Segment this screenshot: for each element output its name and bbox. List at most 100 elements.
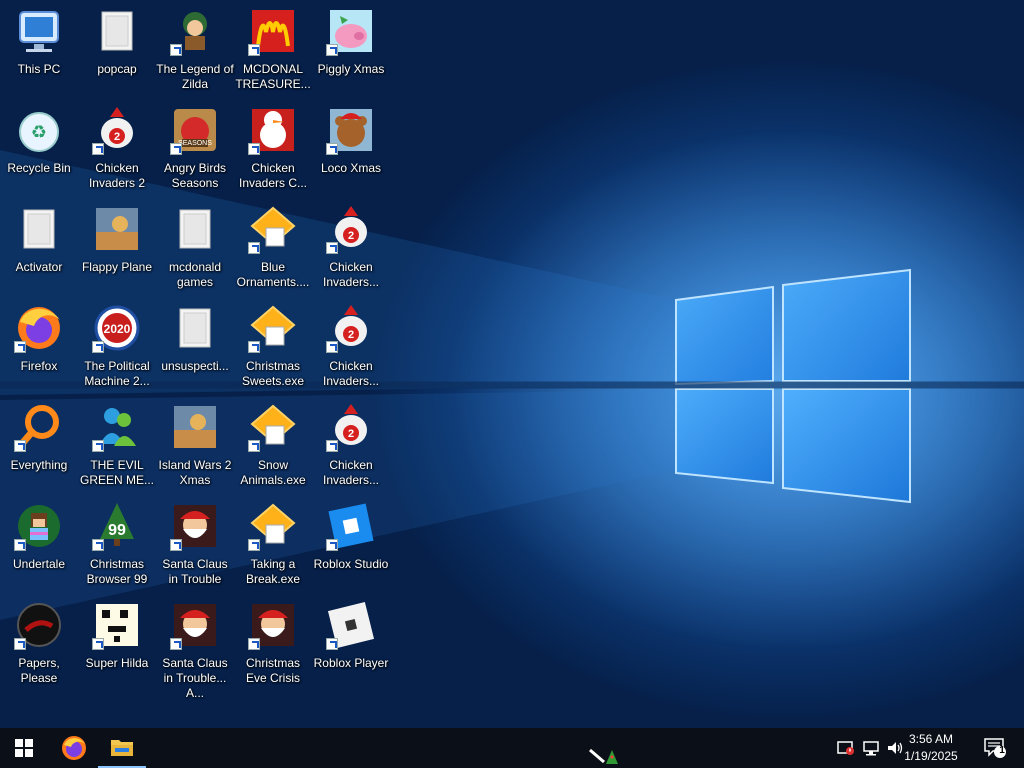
desktop-icon[interactable]: Loco Xmas: [312, 101, 390, 197]
puzzle-icon: [248, 303, 298, 353]
shortcut-arrow-icon: [326, 341, 338, 353]
desktop-icon-label: Christmas Browser 99: [86, 557, 148, 586]
puzzle-icon: [248, 501, 298, 551]
clock-time[interactable]: 3:56 AM: [896, 732, 966, 746]
desktop-icon[interactable]: 2 Chicken Invaders...: [312, 398, 390, 494]
desktop-icon-label: The Political Machine 2...: [84, 359, 150, 388]
desktop-icon[interactable]: 2020 The Political Machine 2...: [78, 299, 156, 395]
desktop-icon[interactable]: Santa Claus in Trouble... A...: [156, 596, 234, 700]
game-icon: [92, 204, 142, 254]
legend-of-zilda-icon: [170, 6, 220, 56]
desktop-icon-label: Loco Xmas: [320, 161, 382, 175]
desktop-icon-label: The Legend of Zilda: [156, 62, 234, 91]
shortcut-arrow-icon: [14, 341, 26, 353]
chicken-invaders-icon: 2: [326, 303, 376, 353]
desktop-icon-label: Chicken Invaders...: [322, 359, 380, 388]
desktop-icon-label: Roblox Studio: [313, 557, 389, 571]
desktop-icon[interactable]: Everything: [0, 398, 78, 494]
desktop-icon-label: Chicken Invaders...: [322, 458, 380, 487]
desktop-icon[interactable]: popcap: [78, 2, 156, 98]
defender-warning-icon[interactable]: [836, 738, 856, 758]
desktop-icon[interactable]: Flappy Plane: [78, 200, 156, 296]
taskbar-file-explorer-button[interactable]: [98, 728, 146, 768]
desktop-icon[interactable]: Chicken Invaders C...: [234, 101, 312, 197]
shortcut-arrow-icon: [326, 440, 338, 452]
shortcut-arrow-icon: [248, 539, 260, 551]
shortcut-arrow-icon: [14, 638, 26, 650]
desktop-icon[interactable]: Santa Claus in Trouble: [156, 497, 234, 593]
christmas-tree-icon: 99: [92, 501, 142, 551]
desktop-icon-label: popcap: [97, 62, 137, 76]
desktop-icon[interactable]: THE EVIL GREEN ME...: [78, 398, 156, 494]
desktop-icon-label: Everything: [10, 458, 68, 472]
svg-text:99: 99: [108, 522, 126, 539]
desktop-icon[interactable]: MCDONAL TREASURE...: [234, 2, 312, 98]
desktop-icon-label: Blue Ornaments....: [236, 260, 310, 289]
shortcut-arrow-icon: [248, 242, 260, 254]
desktop-icon[interactable]: Christmas Sweets.exe: [234, 299, 312, 395]
christmas-tree-cursor-icon: [589, 748, 618, 764]
desktop-icon[interactable]: Firefox: [0, 299, 78, 395]
svg-text:2: 2: [348, 230, 354, 242]
start-button[interactable]: [0, 728, 48, 768]
bear-icon: [326, 105, 376, 155]
desktop-icon-label: Firefox: [20, 359, 58, 373]
desktop-icon[interactable]: Blue Ornaments....: [234, 200, 312, 296]
desktop-icon[interactable]: Activator: [0, 200, 78, 296]
desktop-icon[interactable]: This PC: [0, 2, 78, 98]
folder-icon: [14, 204, 64, 254]
roblox-studio-icon: [326, 501, 376, 551]
desktop-icon-label: MCDONAL TREASURE...: [235, 62, 311, 91]
desktop-icon-label: Chicken Invaders C...: [238, 161, 308, 190]
desktop-icon[interactable]: The Legend of Zilda: [156, 2, 234, 98]
desktop-icon[interactable]: unsuspecti...: [156, 299, 234, 395]
snowman-icon: [248, 105, 298, 155]
svg-text:2: 2: [348, 428, 354, 440]
everything-search-icon: [14, 402, 64, 452]
recycle-bin-icon: ♻: [14, 105, 64, 155]
desktop-icon[interactable]: Super Hilda: [78, 596, 156, 692]
desktop-icon[interactable]: Taking a Break.exe: [234, 497, 312, 593]
desktop-icon[interactable]: Snow Animals.exe: [234, 398, 312, 494]
shortcut-arrow-icon: [248, 440, 260, 452]
desktop-icon[interactable]: mcdonald games: [156, 200, 234, 296]
svg-text:2: 2: [348, 329, 354, 341]
taskbar: 3:56 AM 1/19/2025 1: [0, 728, 1024, 768]
desktop-icon[interactable]: 2 Chicken Invaders...: [312, 299, 390, 395]
desktop-icon[interactable]: Christmas Eve Crisis: [234, 596, 312, 692]
desktop-icon[interactable]: Island Wars 2 Xmas: [156, 398, 234, 494]
svg-text:SEASONS: SEASONS: [178, 140, 212, 147]
shortcut-arrow-icon: [248, 341, 260, 353]
desktop-icon[interactable]: ♻ Recycle Bin: [0, 101, 78, 197]
desktop-icon[interactable]: 2 Chicken Invaders...: [312, 200, 390, 296]
desktop: This PC ♻ Recycle Bin Activator Firefox Every…: [0, 0, 1024, 728]
shortcut-arrow-icon: [170, 44, 182, 56]
pixel-game-icon: [92, 600, 142, 650]
shortcut-arrow-icon: [248, 143, 260, 155]
action-center-button[interactable]: 1: [982, 737, 1008, 759]
desktop-icon[interactable]: Piggly Xmas: [312, 2, 390, 98]
desktop-icon-label: Super Hilda: [85, 656, 149, 670]
clock-date[interactable]: 1/19/2025: [896, 749, 966, 763]
shortcut-arrow-icon: [326, 44, 338, 56]
svg-text:♻: ♻: [31, 122, 47, 142]
svg-text:2020: 2020: [104, 322, 131, 336]
desktop-icon[interactable]: Roblox Studio: [312, 497, 390, 593]
network-icon[interactable]: [861, 738, 881, 758]
shortcut-arrow-icon: [170, 638, 182, 650]
messenger-icon: [92, 402, 142, 452]
desktop-icon[interactable]: Roblox Player: [312, 596, 390, 692]
desktop-icon[interactable]: Undertale: [0, 497, 78, 593]
desktop-icon[interactable]: SEASONS Angry Birds Seasons: [156, 101, 234, 197]
shortcut-arrow-icon: [92, 341, 104, 353]
desktop-icon-label: Recycle Bin: [7, 161, 71, 175]
taskbar-firefox-button[interactable]: [50, 728, 98, 768]
santa-icon: [170, 501, 220, 551]
firefox-icon: [14, 303, 64, 353]
desktop-icon[interactable]: 2 Chicken Invaders 2: [78, 101, 156, 197]
desktop-icon-label: Island Wars 2 Xmas: [158, 458, 232, 487]
desktop-icon[interactable]: Papers, Please: [0, 596, 78, 692]
desktop-icon-label: Undertale: [12, 557, 66, 571]
desktop-icon[interactable]: 99 Christmas Browser 99: [78, 497, 156, 593]
chicken-invaders-icon: 2: [326, 402, 376, 452]
